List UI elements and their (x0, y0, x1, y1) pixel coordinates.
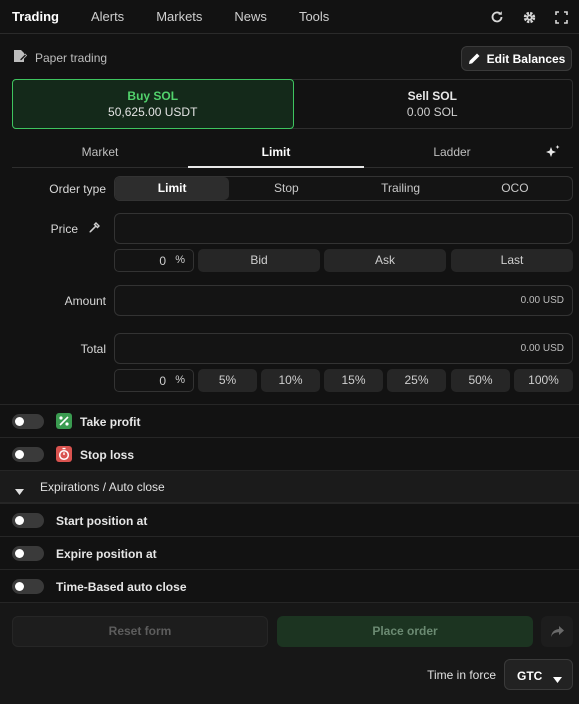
time-based-close-label: Time-Based auto close (56, 580, 187, 594)
paper-trading-indicator: Paper trading (12, 49, 107, 66)
take-profit-row: Take profit (0, 404, 579, 437)
order-type-trailing[interactable]: Trailing (344, 177, 458, 200)
time-based-close-toggle[interactable] (12, 579, 44, 594)
expirations-title: Expirations / Auto close (40, 480, 165, 494)
nav-tab-markets[interactable]: Markets (156, 9, 202, 24)
buy-side-button[interactable]: Buy SOL 50,625.00 USDT (12, 79, 294, 129)
time-based-close-row: Time-Based auto close (0, 569, 579, 602)
share-button[interactable] (541, 616, 573, 647)
paper-trading-label: Paper trading (35, 50, 108, 65)
amount-input[interactable]: 0.00 USD (114, 285, 573, 316)
total-percent-unit: % (175, 374, 185, 386)
stop-loss-label: Stop loss (80, 448, 135, 462)
order-type-oco[interactable]: OCO (458, 177, 572, 200)
edit-balances-button[interactable]: Edit Balances (461, 46, 572, 71)
preset-10-button[interactable]: 10% (261, 369, 320, 392)
order-type-label: Order type (49, 182, 106, 196)
share-arrow-icon (550, 626, 564, 637)
take-profit-toggle[interactable] (12, 414, 44, 429)
start-position-row: Start position at (0, 503, 579, 536)
paper-icon (12, 49, 28, 66)
price-label: Price (50, 222, 78, 236)
sparkle-icon[interactable] (545, 144, 563, 162)
preset-5-button[interactable]: 5% (198, 369, 257, 392)
start-position-label: Start position at (56, 514, 148, 528)
price-bid-button[interactable]: Bid (198, 249, 320, 272)
stop-timer-icon (56, 446, 72, 462)
total-percent-value: 0 (159, 374, 166, 388)
tab-ladder[interactable]: Ladder (364, 139, 540, 167)
price-last-button[interactable]: Last (451, 249, 573, 272)
tab-limit[interactable]: Limit (188, 139, 364, 168)
total-percent-input[interactable]: 0 % (114, 369, 194, 392)
time-in-force-label: Time in force (427, 668, 496, 682)
pencil-icon (468, 53, 480, 64)
order-type-limit[interactable]: Limit (115, 177, 230, 200)
top-nav: Trading Alerts Markets News Tools (0, 0, 579, 34)
preset-50-button[interactable]: 50% (451, 369, 510, 392)
nav-tab-news[interactable]: News (234, 9, 267, 24)
buy-balance: 50,625.00 USDT (108, 105, 198, 119)
expire-position-row: Expire position at (0, 536, 579, 569)
preset-25-button[interactable]: 25% (387, 369, 446, 392)
fullscreen-icon[interactable] (551, 7, 571, 27)
price-offset-value: 0 (159, 254, 166, 268)
nav-tab-trading[interactable]: Trading (12, 9, 59, 24)
stop-loss-row: Stop loss (0, 437, 579, 470)
reset-form-button[interactable]: Reset form (12, 616, 268, 647)
price-offset-unit: % (175, 254, 185, 266)
nav-tab-alerts[interactable]: Alerts (91, 9, 124, 24)
expire-position-toggle[interactable] (12, 546, 44, 561)
start-position-toggle[interactable] (12, 513, 44, 528)
total-value: 0.00 USD (520, 343, 564, 354)
place-order-button[interactable]: Place order (277, 616, 533, 647)
price-ask-button[interactable]: Ask (324, 249, 446, 272)
caret-down-icon (15, 484, 24, 498)
order-footer: Reset form Place order Time in force GTC (0, 602, 579, 704)
preset-15-button[interactable]: 15% (324, 369, 383, 392)
buy-title: Buy SOL (127, 89, 179, 103)
time-in-force-value: GTC (517, 669, 543, 683)
nav-tab-tools[interactable]: Tools (299, 9, 329, 24)
total-input[interactable]: 0.00 USD (114, 333, 573, 364)
sell-title: Sell SOL (407, 89, 457, 103)
chevron-down-icon (553, 672, 562, 686)
eyedropper-icon[interactable] (88, 221, 101, 237)
order-type-stop[interactable]: Stop (229, 177, 343, 200)
side-selector: Buy SOL 50,625.00 USDT Sell SOL 0.00 SOL (12, 79, 573, 129)
refresh-icon[interactable] (487, 7, 507, 27)
stop-loss-toggle[interactable] (12, 447, 44, 462)
total-label: Total (80, 342, 106, 356)
expire-position-label: Expire position at (56, 547, 157, 561)
order-type-selector: Limit Stop Trailing OCO (114, 176, 573, 201)
preset-100-button[interactable]: 100% (514, 369, 573, 392)
gear-icon[interactable] (519, 7, 539, 27)
sell-balance: 0.00 SOL (406, 105, 458, 119)
price-input[interactable] (114, 213, 573, 244)
expirations-section-header[interactable]: Expirations / Auto close (0, 470, 579, 503)
order-mode-tabs: Market Limit Ladder (12, 139, 573, 168)
time-in-force-select[interactable]: GTC (504, 659, 573, 690)
edit-balances-label: Edit Balances (486, 51, 566, 66)
amount-label: Amount (64, 294, 106, 308)
amount-value: 0.00 USD (520, 295, 564, 306)
sell-side-button[interactable]: Sell SOL 0.00 SOL (293, 80, 573, 128)
tab-market[interactable]: Market (12, 139, 188, 167)
price-offset-input[interactable]: 0 % (114, 249, 194, 272)
take-profit-label: Take profit (80, 415, 141, 429)
percent-badge-icon (56, 413, 72, 429)
